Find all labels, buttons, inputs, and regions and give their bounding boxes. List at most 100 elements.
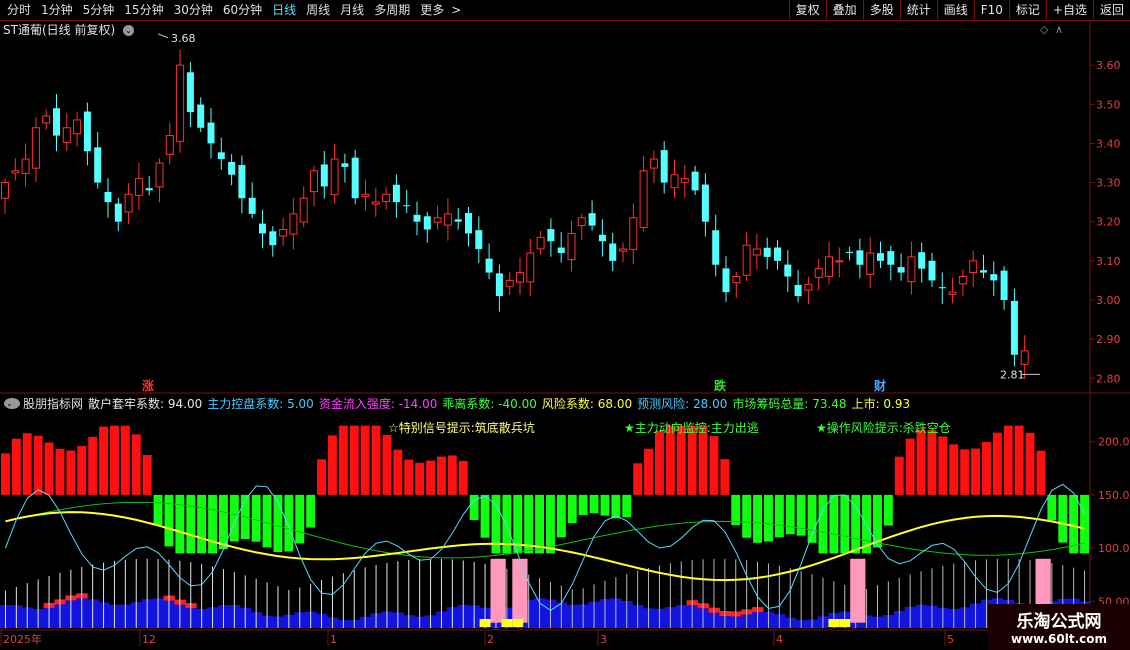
diamond-icon[interactable]: ◇	[1040, 23, 1049, 36]
candle	[485, 243, 493, 280]
price-tick-label: 3.50	[1096, 98, 1121, 111]
candle	[774, 240, 781, 270]
candle	[228, 154, 236, 186]
indicator-bar-group	[109, 425, 121, 628]
candle	[176, 49, 185, 153]
indicator-bar-group	[686, 425, 699, 628]
indicator-bar-group	[272, 494, 284, 628]
indicator-bar-group	[882, 494, 895, 628]
candle	[197, 97, 205, 133]
candle	[732, 271, 741, 299]
indicator-bar-group	[534, 494, 546, 628]
event-marker-1[interactable]: 跌	[714, 378, 727, 393]
candle	[948, 277, 957, 304]
candle	[433, 205, 442, 230]
indicator-bar-group	[261, 494, 273, 628]
candle	[825, 241, 833, 285]
indicator-menu-icon[interactable]: ⌄	[4, 397, 20, 409]
candle	[835, 247, 844, 278]
candle	[495, 264, 503, 312]
candle	[691, 165, 699, 196]
candle	[660, 141, 668, 194]
candle	[320, 150, 328, 199]
indicator-bar-group	[806, 494, 818, 628]
candle	[526, 238, 535, 297]
event-marker-0[interactable]: 涨	[142, 378, 154, 393]
price-tick-label: 3.20	[1096, 216, 1121, 229]
candle	[392, 174, 400, 218]
candle	[361, 179, 370, 211]
watermark-title: 乐淘公式网	[1016, 612, 1102, 632]
value-tick-label: 150.0	[1098, 489, 1130, 502]
candle	[94, 132, 102, 189]
indicator-bar-group	[425, 460, 437, 628]
candle	[609, 232, 617, 272]
watermark-url: www.60lt.com	[1010, 632, 1108, 646]
indicator-bar-group	[163, 494, 175, 628]
candle	[371, 187, 380, 217]
indicator-bar-group	[239, 494, 252, 628]
candle	[475, 216, 483, 263]
high-pointer	[157, 33, 169, 39]
indicator-bar-group	[741, 494, 753, 628]
candle	[341, 153, 349, 183]
signal-text-0: ☆特别信号提示:筑底散兵坑	[388, 420, 535, 435]
candle	[299, 186, 308, 228]
candle	[145, 175, 153, 196]
watermark-logo: 乐淘公式网 www.60lt.com	[988, 604, 1130, 650]
signal-bar	[850, 558, 866, 623]
indicator-bar-group	[675, 425, 688, 628]
indicator-bar-group	[708, 436, 720, 628]
indicator-bar-group	[32, 435, 45, 628]
candle	[907, 241, 916, 295]
indicator-param-4: 风险系数: 68.00	[541, 396, 633, 411]
candle	[351, 149, 359, 205]
candle	[207, 108, 215, 159]
candle	[752, 233, 761, 270]
candle	[969, 250, 978, 287]
candle	[505, 271, 514, 296]
candle	[423, 211, 431, 243]
value-tick-label: 200.0	[1098, 436, 1130, 449]
candle	[330, 143, 339, 204]
indicator-bar-group	[468, 494, 481, 628]
candle	[269, 226, 277, 257]
candle	[588, 200, 596, 231]
candle	[598, 219, 606, 257]
candle	[403, 189, 411, 214]
indicator-bar-group	[479, 494, 491, 628]
indicator-bar-group	[337, 425, 350, 628]
indicator-bar-group	[697, 425, 709, 628]
indicator-bar-group	[174, 494, 186, 628]
candle	[73, 111, 82, 147]
collapse-icon[interactable]: ∧	[1055, 23, 1063, 36]
indicator-bar-group	[370, 425, 382, 628]
candle	[938, 272, 946, 304]
price-tick-label: 2.80	[1096, 372, 1121, 385]
indicator-bar-group	[991, 432, 1004, 628]
kline-chart[interactable]: ◇ ∧ 3.603.503.403.303.203.103.002.902.80 …	[0, 0, 1130, 650]
candle	[1010, 288, 1018, 367]
candle	[104, 178, 112, 218]
indicator-bar-group	[621, 494, 633, 628]
candle	[31, 117, 40, 182]
signal-square	[512, 619, 524, 627]
indicator-bar-group	[207, 494, 219, 628]
indicator-bar-group	[664, 425, 677, 628]
candle	[846, 246, 854, 261]
candle	[83, 102, 91, 166]
candle	[619, 242, 627, 263]
candle	[794, 270, 802, 303]
candle	[856, 238, 864, 279]
candle	[649, 150, 658, 184]
indicator-bar-group	[577, 494, 590, 628]
candle	[382, 187, 391, 210]
indicator-bar-group	[348, 425, 361, 628]
signal-square	[828, 619, 840, 627]
indicator-bar-group	[446, 455, 459, 628]
candle	[42, 109, 51, 130]
price-tick-label: 3.00	[1096, 294, 1121, 307]
indicator-bar-group	[316, 459, 328, 628]
event-marker-2[interactable]: 财	[873, 378, 886, 393]
indicator-name[interactable]: 股朋指标网	[23, 395, 88, 412]
